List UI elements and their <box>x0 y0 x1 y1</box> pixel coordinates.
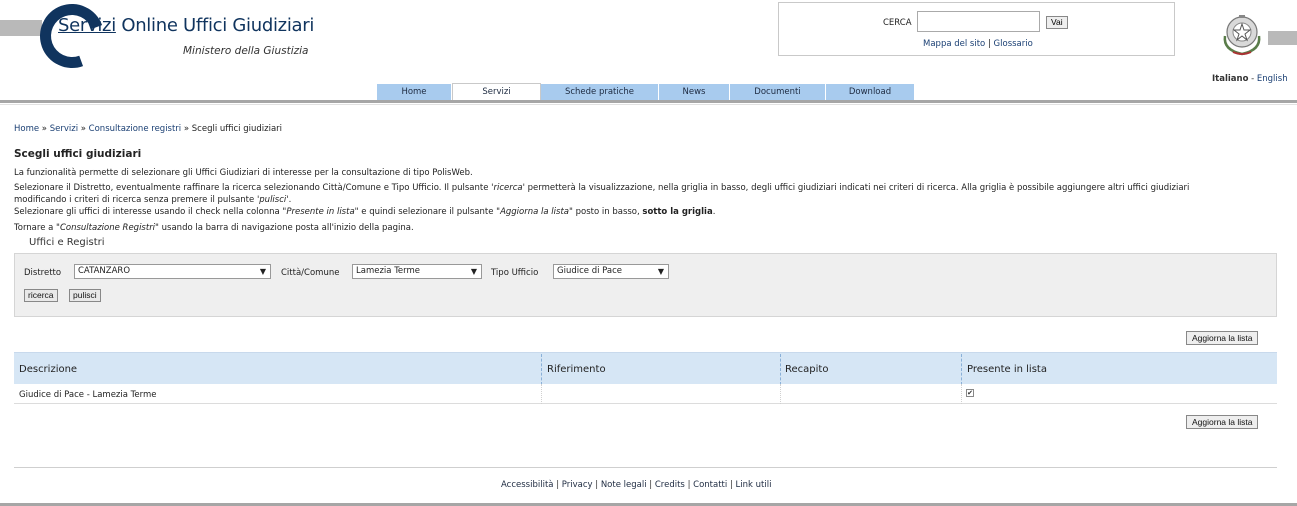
breadcrumb-sep: » <box>78 124 89 134</box>
tab-news[interactable]: News <box>659 84 730 101</box>
republic-emblem-icon <box>1223 15 1261 56</box>
tab-servizi[interactable]: Servizi <box>452 83 541 101</box>
breadcrumb-sep: » <box>39 124 50 134</box>
ricerca-button[interactable]: ricerca <box>24 289 58 302</box>
header-band-left <box>0 20 42 36</box>
site-title[interactable]: Servizi Online Uffici Giudiziari <box>58 15 314 36</box>
col-descrizione[interactable]: Descrizione <box>19 364 77 375</box>
lang-current: Italiano <box>1212 74 1249 84</box>
tipo-ufficio-label: Tipo Ufficio <box>491 268 539 278</box>
instructions-line-2: modificando i criteri di ricerca senza p… <box>14 195 292 205</box>
col-separator <box>961 354 962 385</box>
cell-separator <box>541 384 542 404</box>
site-title-uffici: Uffici Giudiziari <box>177 15 315 36</box>
cell-separator <box>780 384 781 404</box>
grid-header: Descrizione Riferimento Recapito Present… <box>14 352 1277 385</box>
language-switcher: Italiano - English <box>1212 74 1288 84</box>
search-panel: CERCA Vai Mappa del sito | Glossario <box>778 2 1175 56</box>
col-separator <box>541 354 542 385</box>
tab-home[interactable]: Home <box>377 84 452 101</box>
tipo-ufficio-select[interactable]: Giudice di Pace ▼ <box>553 264 669 279</box>
dropdown-arrow-icon: ▼ <box>259 267 266 276</box>
filters-legend: Uffici e Registri <box>29 237 105 248</box>
pulisci-button[interactable]: pulisci <box>69 289 101 302</box>
site-subtitle: Ministero della Giustizia <box>183 45 309 57</box>
table-row: Giudice di Pace - Lamezia Terme ✔ <box>14 384 1277 404</box>
sitemap-link[interactable]: Mappa del sito <box>923 39 985 49</box>
footer-contatti[interactable]: Contatti <box>693 480 727 490</box>
header-band-right <box>1268 31 1297 45</box>
search-links: Mappa del sito | Glossario <box>923 39 1033 49</box>
footer-sep: | <box>595 480 599 490</box>
footer-credits[interactable]: Credits <box>655 480 685 490</box>
dropdown-arrow-icon: ▼ <box>657 267 664 276</box>
footer-sep: | <box>687 480 691 490</box>
tab-download[interactable]: Download <box>826 84 915 101</box>
dropdown-arrow-icon: ▼ <box>470 267 477 276</box>
footer-sep: | <box>556 480 560 490</box>
presente-checkbox[interactable]: ✔ <box>966 389 974 397</box>
page-title: Scegli uffici giudiziari <box>14 148 142 160</box>
col-presente[interactable]: Presente in lista <box>967 364 1047 375</box>
logo-c-icon <box>29 0 115 79</box>
footer-divider <box>14 467 1277 468</box>
breadcrumb-sep: » <box>181 124 192 134</box>
footer-accessibilita[interactable]: Accessibilità <box>501 480 553 490</box>
col-separator <box>780 354 781 385</box>
breadcrumb-current: Scegli uffici giudiziari <box>191 124 283 134</box>
distretto-select[interactable]: CATANZARO ▼ <box>74 264 271 279</box>
lang-separator: - <box>1248 74 1257 84</box>
nav-divider-light <box>0 104 1297 105</box>
update-list-button-top[interactable]: Aggiorna la lista <box>1186 331 1259 345</box>
footer-links: Accessibilità | Privacy | Note legali | … <box>501 480 771 490</box>
search-button[interactable]: Vai <box>1046 16 1068 29</box>
breadcrumb-home[interactable]: Home <box>14 124 39 134</box>
row-descrizione: Giudice di Pace - Lamezia Terme <box>19 390 157 400</box>
instructions-line-4: Tornare a "Consultazione Registri" usand… <box>14 223 414 233</box>
site-title-servizi: Servizi <box>58 15 116 36</box>
distretto-label: Distretto <box>24 268 62 278</box>
col-recapito[interactable]: Recapito <box>785 364 828 375</box>
nav-divider <box>0 100 1297 103</box>
update-list-button-bottom[interactable]: Aggiorna la lista <box>1186 415 1259 429</box>
citta-select[interactable]: Lamezia Terme ▼ <box>352 264 482 279</box>
site-title-online: Online <box>115 15 178 36</box>
footer-link-utili[interactable]: Link utili <box>736 480 772 490</box>
cell-separator <box>961 384 962 404</box>
search-label: CERCA <box>883 18 912 28</box>
search-input[interactable] <box>917 11 1040 32</box>
filters-panel: Distretto CATANZARO ▼ Città/Comune Lamezi… <box>14 253 1277 317</box>
breadcrumb: Home » Servizi » Consultazione registri … <box>14 124 282 134</box>
citta-label: Città/Comune <box>281 268 340 278</box>
footer-privacy[interactable]: Privacy <box>562 480 593 490</box>
col-riferimento[interactable]: Riferimento <box>547 364 606 375</box>
glossary-link[interactable]: Glossario <box>994 39 1033 49</box>
footer-sep: | <box>649 480 653 490</box>
lang-english-link[interactable]: English <box>1257 74 1288 84</box>
breadcrumb-servizi[interactable]: Servizi <box>50 124 78 134</box>
intro-text: La funzionalità permette di selezionare … <box>14 168 473 178</box>
footer-note-legali[interactable]: Note legali <box>601 480 647 490</box>
link-separator: | <box>987 39 991 49</box>
tab-documenti[interactable]: Documenti <box>730 84 826 101</box>
footer-sep: | <box>729 480 733 490</box>
instructions-line-3: Selezionare gli uffici di interesse usan… <box>14 207 716 217</box>
breadcrumb-consultazione[interactable]: Consultazione registri <box>89 124 182 134</box>
tab-schede-pratiche[interactable]: Schede pratiche <box>541 84 659 101</box>
instructions-line-1: Selezionare il Distretto, eventualmente … <box>14 183 1190 193</box>
